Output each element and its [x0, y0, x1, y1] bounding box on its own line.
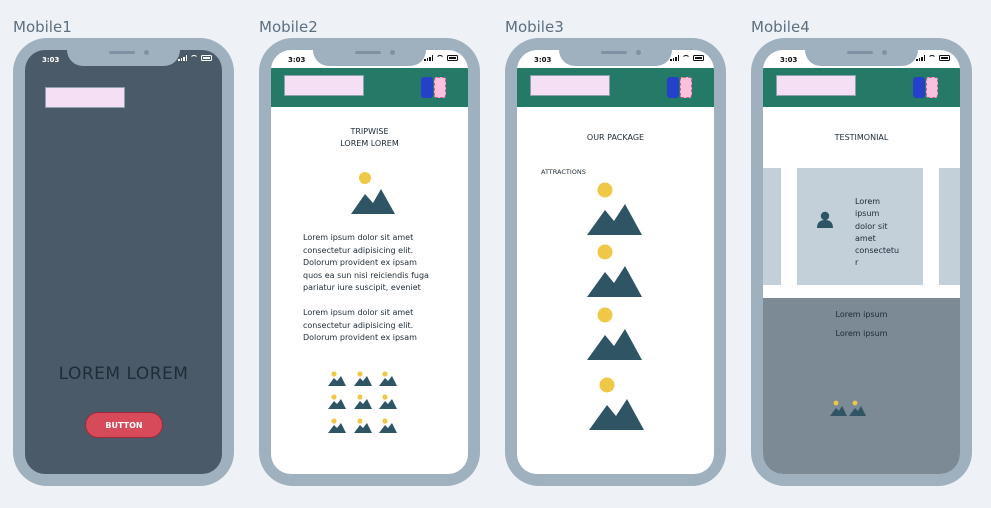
signal-icon	[424, 55, 433, 61]
phone-mobile1: 3:03 LOREM LOREM BUTTON	[13, 38, 234, 486]
phone-notch	[559, 38, 672, 66]
logo-placeholder[interactable]	[776, 75, 856, 96]
logo-placeholder[interactable]	[284, 75, 364, 96]
menu-button-pink[interactable]	[434, 77, 446, 98]
frame-label-mobile2: Mobile2	[259, 18, 318, 36]
phone-notch	[313, 38, 426, 66]
social-image-icons[interactable]	[830, 400, 868, 417]
attraction-image-icon[interactable]	[585, 306, 643, 361]
wifi-icon	[190, 55, 198, 61]
testimonial-text: Lorem ipsum dolor sit amet consectetu r	[855, 197, 900, 268]
menu-button-blue[interactable]	[913, 77, 925, 98]
carousel-next-card[interactable]	[939, 168, 960, 285]
battery-icon	[693, 55, 704, 61]
menu-button-blue[interactable]	[667, 77, 679, 98]
status-time: 3:03	[780, 56, 798, 64]
paragraph-2: Lorem ipsum dolor sit amet consectetur a…	[303, 308, 417, 342]
menu-button-pink[interactable]	[926, 77, 938, 98]
frame-label-mobile1: Mobile1	[13, 18, 72, 36]
app-header	[763, 68, 960, 107]
battery-icon	[201, 55, 212, 61]
page-title: TESTIMONIAL	[834, 133, 889, 142]
paragraph-1: Lorem ipsum dolor sit amet consectetur a…	[303, 233, 429, 292]
wifi-icon	[436, 55, 444, 61]
screen-mobile2: 3:03 TRIPWISE LOREM LOREM Lorem ipsum do…	[271, 50, 468, 474]
phone-mobile4: 3:03 TESTIMONIAL Lorem ipsum dolor sit a…	[751, 38, 972, 486]
status-time: 3:03	[534, 56, 552, 64]
attraction-image-icon[interactable]	[587, 376, 645, 431]
signal-icon	[670, 55, 679, 61]
logo-placeholder[interactable]	[530, 75, 610, 96]
footer-text-1: Lorem ipsum	[835, 310, 888, 319]
footer-section: Lorem ipsum Lorem ipsum	[763, 298, 960, 474]
phone-mobile2: 3:03 TRIPWISE LOREM LOREM Lorem ipsum do…	[259, 38, 480, 486]
hero-headline: LOREM LOREM	[58, 364, 189, 384]
wifi-icon	[682, 55, 690, 61]
section-label: ATTRACTIONS	[541, 168, 586, 176]
app-header	[517, 68, 714, 107]
attraction-image-icon[interactable]	[585, 243, 643, 298]
wifi-icon	[928, 55, 936, 61]
phone-notch	[67, 38, 180, 66]
attraction-image-icon[interactable]	[585, 181, 643, 236]
frame-label-mobile3: Mobile3	[505, 18, 564, 36]
carousel-prev-card[interactable]	[763, 168, 781, 285]
screen-mobile1: 3:03 LOREM LOREM BUTTON	[25, 50, 222, 474]
logo-placeholder	[45, 87, 125, 108]
battery-icon	[939, 55, 950, 61]
battery-icon	[447, 55, 458, 61]
status-time: 3:03	[288, 56, 306, 64]
status-time: 3:03	[42, 56, 60, 64]
signal-icon	[916, 55, 925, 61]
menu-button-pink[interactable]	[680, 77, 692, 98]
app-header	[271, 68, 468, 107]
signal-icon	[178, 55, 187, 61]
phone-notch	[805, 38, 918, 66]
screen-mobile4: 3:03 TESTIMONIAL Lorem ipsum dolor sit a…	[763, 50, 960, 474]
frame-label-mobile4: Mobile4	[751, 18, 810, 36]
image-placeholder-icon	[351, 172, 395, 214]
page-title-line1: TRIPWISE	[350, 127, 389, 136]
user-icon	[817, 211, 833, 228]
page-title: OUR PACKAGE	[586, 133, 645, 142]
footer-text-2: Lorem ipsum	[835, 329, 888, 338]
testimonial-card[interactable]: Lorem ipsum dolor sit amet consectetu r	[797, 168, 923, 285]
phone-mobile3: 3:03 OUR PACKAGE ATTRACTIONS	[505, 38, 726, 486]
screen-mobile3: 3:03 OUR PACKAGE ATTRACTIONS	[517, 50, 714, 474]
image-gallery-grid	[328, 371, 397, 433]
primary-button[interactable]: BUTTON	[85, 412, 163, 438]
menu-button-blue[interactable]	[421, 77, 433, 98]
page-title-line2: LOREM LOREM	[340, 139, 399, 148]
